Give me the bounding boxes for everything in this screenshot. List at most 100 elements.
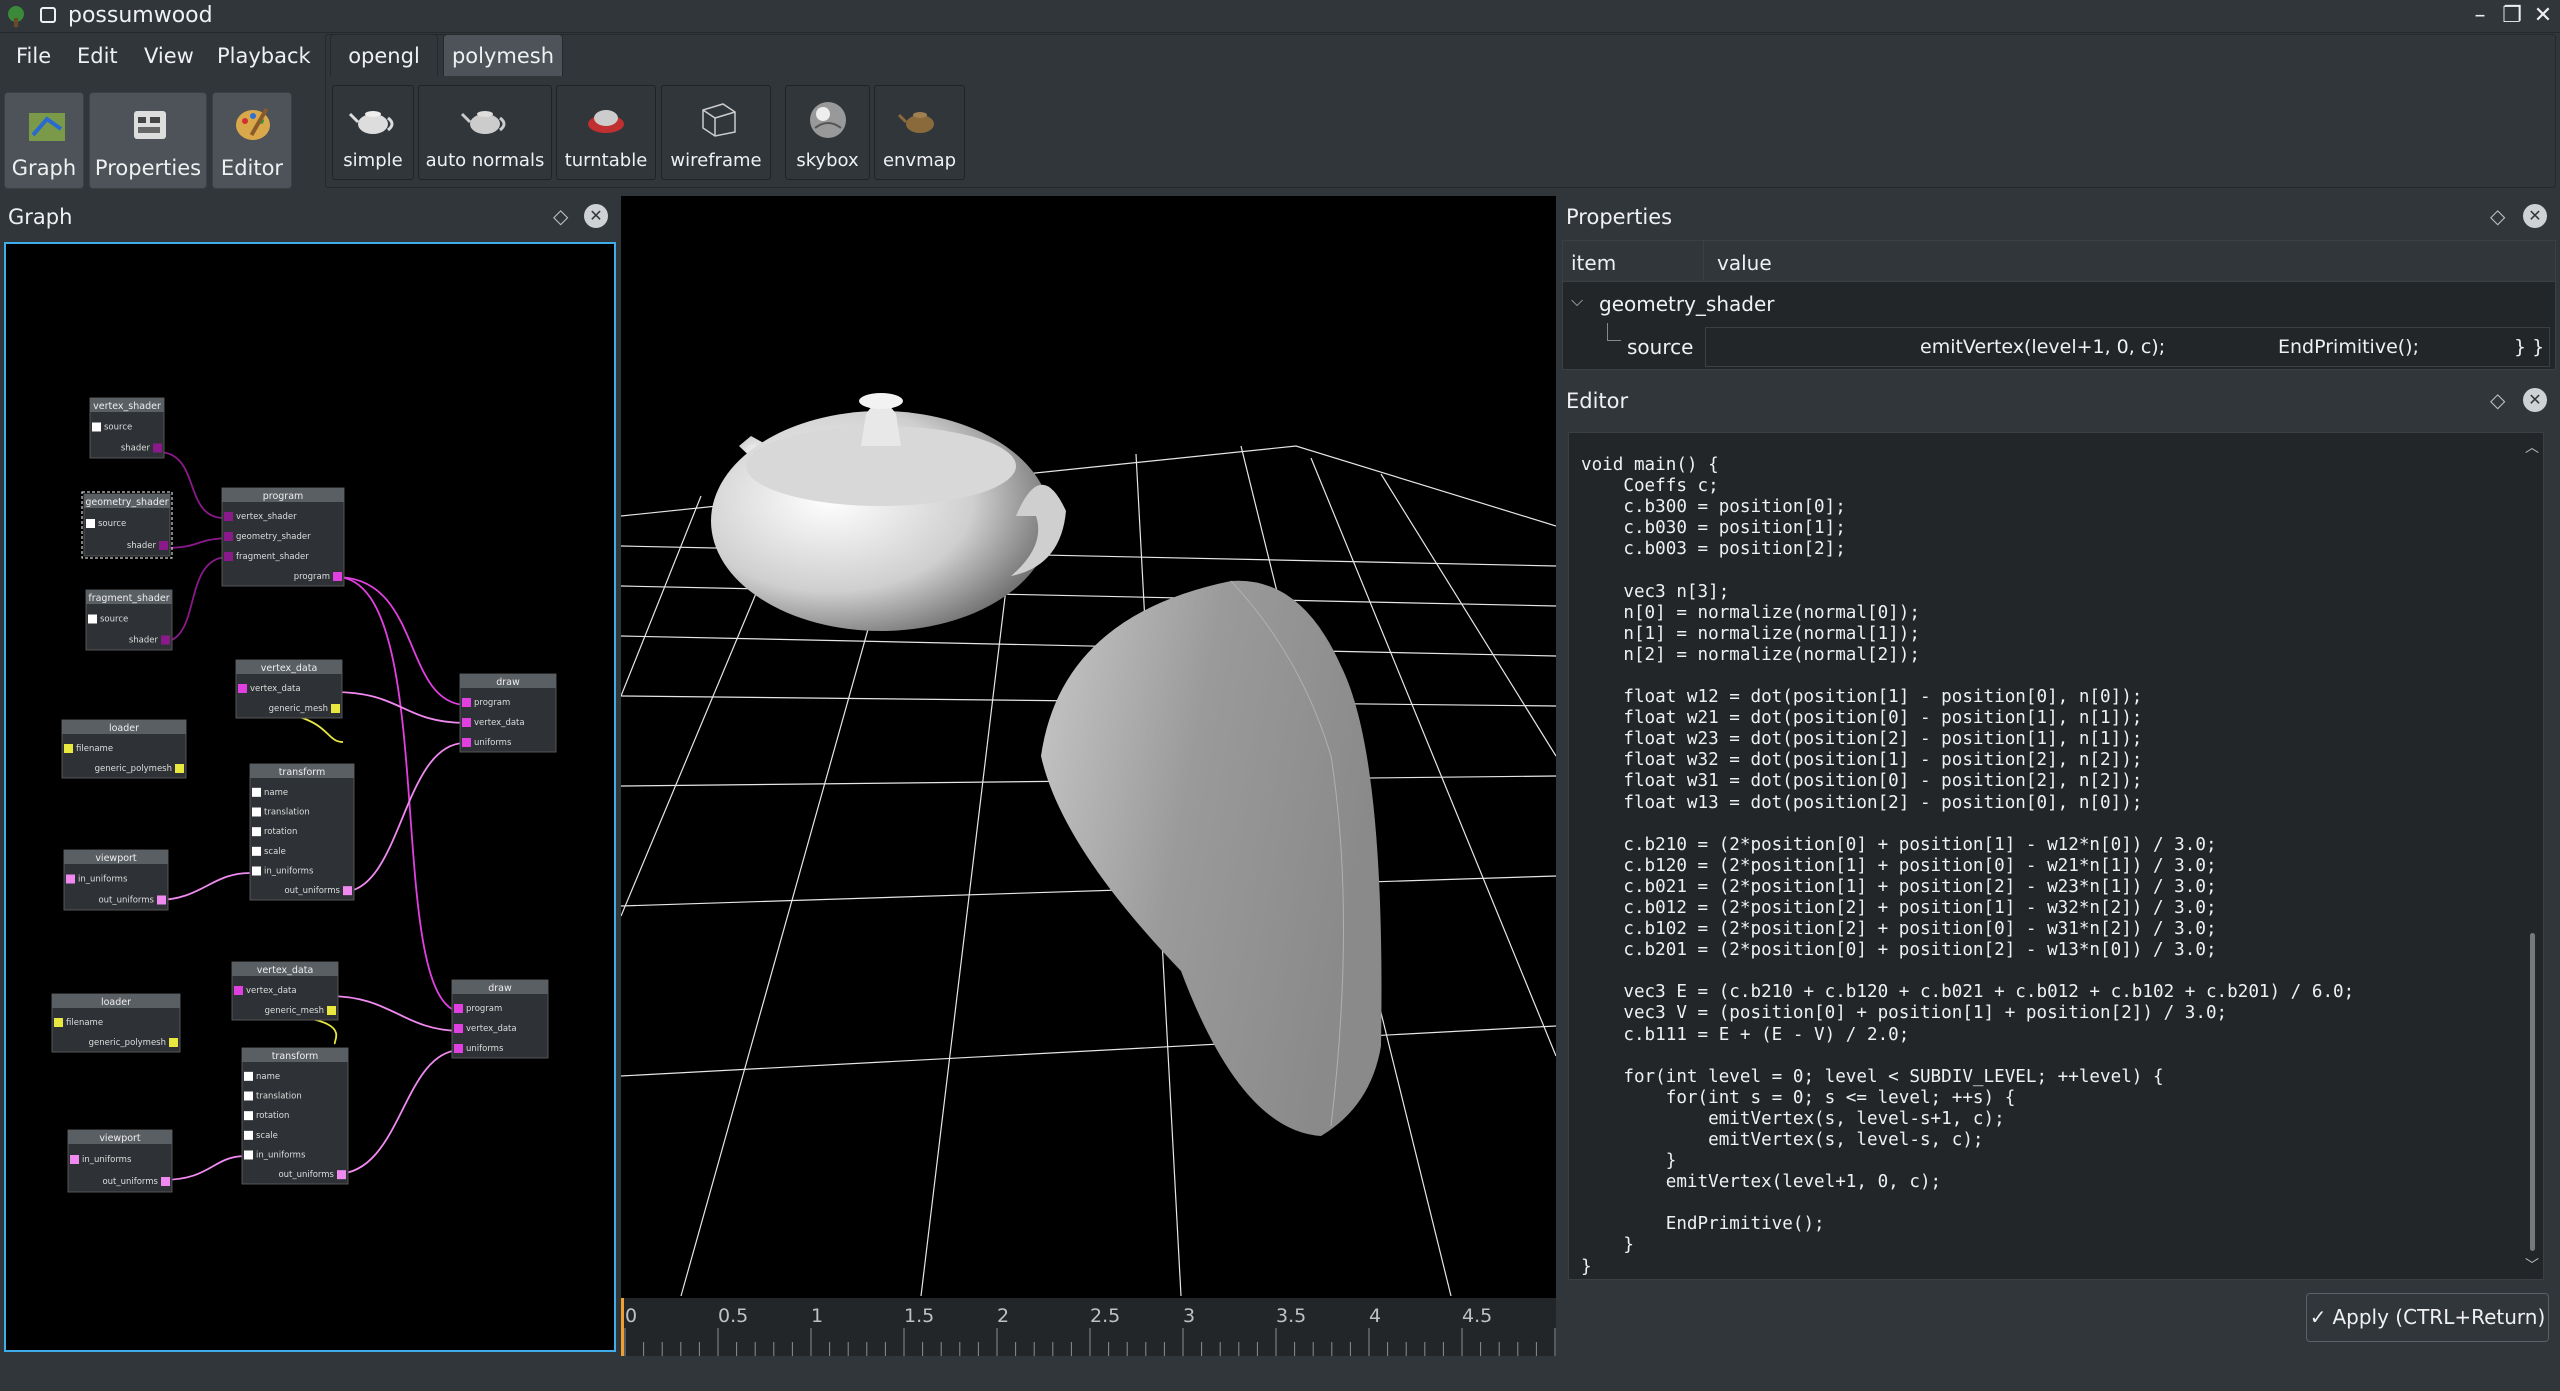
graph-port[interactable] — [244, 1091, 253, 1101]
column-value-header[interactable]: value — [1717, 251, 1772, 275]
tool-simple-button[interactable]: simple — [332, 85, 414, 180]
tool-envmap-button[interactable]: envmap — [874, 85, 965, 180]
menu-playback[interactable]: Playback — [217, 42, 311, 70]
node-graph[interactable]: vertex_shadersourceshader geometry_shader… — [6, 244, 614, 1350]
editor-close-icon[interactable]: ✕ — [2523, 388, 2547, 412]
graph-port[interactable] — [462, 738, 471, 747]
playhead[interactable] — [621, 1298, 624, 1356]
graph-node-loader2[interactable]: loader filename generic_polymesh — [51, 993, 181, 1053]
graph-port[interactable] — [161, 635, 170, 645]
menu-file[interactable]: File — [16, 42, 51, 70]
graph-node-fragment-shader[interactable]: fragment_shadersource shader — [85, 589, 173, 651]
graph-node-viewport2[interactable]: viewport in_uniforms out_uniforms — [67, 1129, 173, 1193]
menu-edit[interactable]: Edit — [77, 42, 118, 70]
graph-port[interactable] — [331, 704, 340, 713]
scroll-down-icon[interactable]: ﹀ — [2525, 1255, 2539, 1275]
graph-node-vertex-data1[interactable]: vertex_data vertex_data generic_mesh — [235, 659, 343, 719]
graph-port[interactable] — [224, 552, 233, 561]
graph-port[interactable] — [86, 519, 95, 528]
graph-port[interactable] — [244, 1071, 253, 1081]
graph-node-title: draw — [496, 677, 520, 688]
code-editor[interactable]: void main() { Coeffs c; c.b300 = positio… — [1568, 432, 2544, 1280]
graph-port[interactable] — [224, 532, 233, 541]
graph-port[interactable] — [462, 698, 471, 707]
graph-port[interactable] — [454, 1044, 463, 1053]
tool-auto-normals-button[interactable]: auto normals — [418, 85, 552, 180]
graph-port[interactable] — [169, 1038, 178, 1047]
timeline-ruler[interactable]: 0 0.5 1 1.5 2 2.5 3 3.5 4 4.5 — [621, 1298, 1556, 1356]
apply-button[interactable]: ✓ Apply (CTRL+Return) — [2306, 1293, 2549, 1342]
mode-editor-button[interactable]: Editor — [212, 92, 292, 189]
graph-port[interactable] — [454, 1004, 463, 1013]
properties-float-icon[interactable]: ◇ — [2490, 204, 2505, 228]
graph-port[interactable] — [234, 986, 243, 995]
graph-port-label: vertex_shader — [236, 512, 297, 522]
graph-port[interactable] — [244, 1150, 253, 1160]
graph-port-label: filename — [76, 744, 113, 754]
graph-node-program[interactable]: program vertex_shader geometry_shaderfragm… — [221, 487, 345, 587]
shader-source-text[interactable]: void main() { Coeffs c; c.b300 = positio… — [1581, 455, 2354, 1278]
tool-wireframe-button[interactable]: wireframe — [661, 85, 771, 180]
graph-node-transform1[interactable]: transform name translation rotation scale in_… — [249, 763, 355, 901]
tab-polymesh[interactable]: polymesh — [443, 34, 563, 76]
timeline[interactable]: 0 0.5 1 1.5 2 2.5 3 3.5 4 4.5 — [621, 1298, 1556, 1356]
graph-close-icon[interactable]: ✕ — [584, 204, 608, 228]
graph-port[interactable] — [252, 846, 261, 856]
close-window-icon[interactable]: ✕ — [2528, 2, 2558, 30]
tab-opengl[interactable]: opengl — [330, 34, 438, 76]
graph-port[interactable] — [88, 614, 97, 624]
graph-port[interactable] — [159, 541, 168, 550]
graph-port[interactable] — [462, 718, 471, 727]
graph-node-vertex-data2[interactable]: vertex_data vertex_data generic_mesh — [231, 961, 339, 1021]
editor-scrollbar[interactable]: ︿ ﹀ — [2521, 433, 2543, 1279]
graph-port[interactable] — [244, 1130, 253, 1140]
graph-port[interactable] — [333, 572, 342, 581]
properties-tree[interactable]: item value ⌵ geometry_shader source emit… — [1562, 240, 2556, 370]
graph-port[interactable] — [66, 874, 75, 884]
graph-node-draw1[interactable]: draw program vertex_data uniforms — [459, 673, 557, 753]
graph-port[interactable] — [252, 866, 261, 876]
property-source-value[interactable]: emitVertex(level+1, 0, c); EndPrimitive(… — [1705, 327, 2550, 367]
graph-port[interactable] — [157, 895, 166, 905]
graph-port[interactable] — [252, 807, 261, 817]
maximize-icon[interactable]: ❐ — [2497, 2, 2527, 30]
graph-port[interactable] — [224, 512, 233, 521]
expand-chevron-icon[interactable]: ⌵ — [1571, 291, 1583, 311]
graph-port[interactable] — [175, 764, 184, 773]
graph-editor-canvas[interactable]: vertex_shader source shader geometry_shader… — [4, 242, 616, 1352]
scroll-up-icon[interactable]: ︿ — [2525, 437, 2539, 457]
graph-port[interactable] — [244, 1111, 253, 1121]
graph-port[interactable] — [92, 422, 101, 432]
graph-port[interactable] — [454, 1024, 463, 1033]
graph-port[interactable] — [54, 1018, 63, 1027]
menu-view[interactable]: View — [144, 42, 194, 70]
graph-node-viewport1[interactable]: viewport in_uniforms out_uniforms — [63, 849, 169, 911]
editor-float-icon[interactable]: ◇ — [2490, 388, 2505, 412]
tool-skybox-button[interactable]: skybox — [785, 85, 870, 180]
graph-node-transform2[interactable]: transform name translation rotation scale in_… — [241, 1047, 349, 1185]
graph-port[interactable] — [64, 744, 73, 753]
tool-turntable-button[interactable]: turntable — [556, 85, 656, 180]
graph-port[interactable] — [70, 1155, 79, 1164]
graph-port[interactable] — [343, 886, 352, 896]
graph-node-loader1[interactable]: loader filename generic_polymesh — [61, 719, 187, 779]
mode-properties-button[interactable]: Properties — [89, 92, 207, 189]
graph-port[interactable] — [327, 1006, 336, 1015]
window-menu-icon[interactable] — [40, 7, 56, 23]
scroll-thumb[interactable] — [2530, 933, 2535, 1251]
graph-port[interactable] — [337, 1170, 346, 1180]
3d-viewport[interactable] — [620, 196, 1557, 1356]
graph-port[interactable] — [161, 1177, 170, 1186]
graph-node-vertex-shader[interactable]: vertex_shadersource shader — [89, 397, 165, 459]
graph-node-geometry-shader[interactable]: geometry_shadersource shader — [83, 493, 171, 557]
graph-port[interactable] — [252, 787, 261, 797]
graph-port[interactable] — [153, 443, 162, 453]
column-item-header[interactable]: item — [1571, 251, 1616, 275]
graph-port[interactable] — [252, 827, 261, 837]
mode-graph-button[interactable]: Graph — [4, 92, 84, 189]
graph-float-icon[interactable]: ◇ — [553, 204, 568, 228]
graph-node-draw2[interactable]: draw program vertex_data uniforms — [451, 979, 549, 1059]
properties-close-icon[interactable]: ✕ — [2523, 204, 2547, 228]
graph-port[interactable] — [238, 684, 247, 693]
minimize-icon[interactable]: – — [2465, 2, 2495, 30]
